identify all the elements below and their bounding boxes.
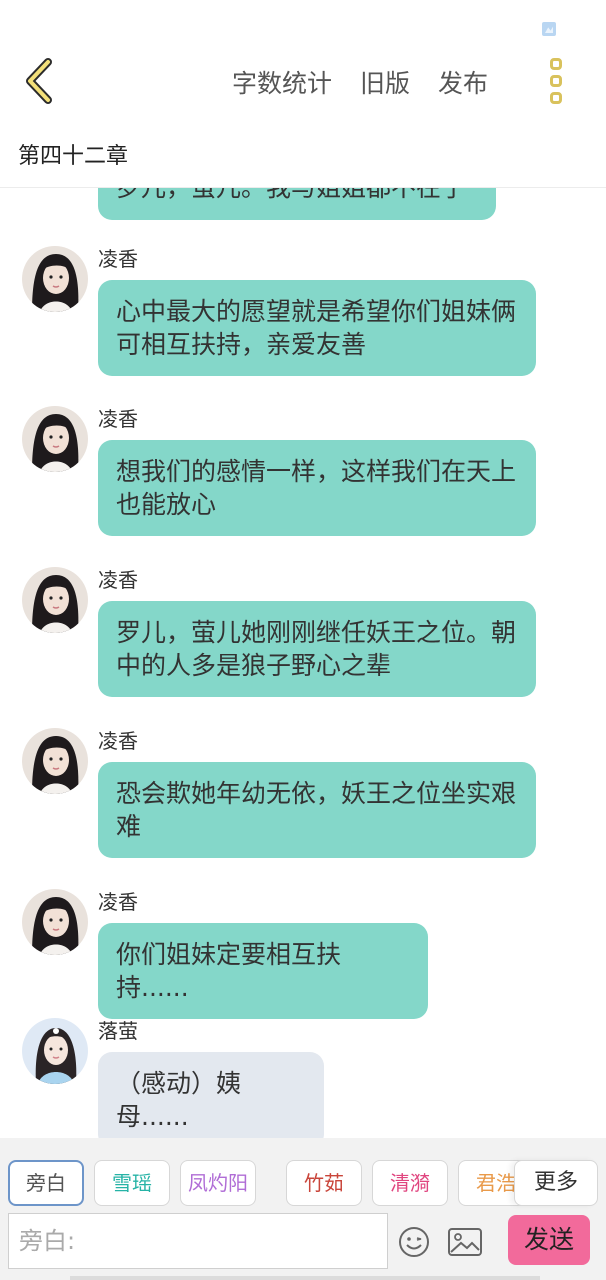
character-label: 凤灼阳: [188, 1171, 248, 1195]
sender-name: 凌香: [98, 407, 138, 431]
status-image-icon: [542, 22, 556, 36]
character-label: 雪瑶: [112, 1171, 152, 1195]
back-button[interactable]: [18, 56, 62, 106]
message-bubble[interactable]: （感动）姨母......: [98, 1052, 324, 1138]
character-tab[interactable]: 凤灼阳: [180, 1160, 256, 1206]
avatar-lingxiang-icon: [22, 246, 88, 312]
more-menu-button[interactable]: [546, 56, 570, 106]
sender-name: 凌香: [98, 568, 138, 592]
message-text: 罗儿，萤儿。我与姐姐都不在了: [116, 188, 466, 202]
publish-button[interactable]: 发布: [438, 64, 488, 100]
chat-list[interactable]: 罗儿，萤儿。我与姐姐都不在了 凌香 心中最大的愿望就是希望你们姐妹俩可相互扶持，…: [0, 188, 606, 1138]
message-bubble[interactable]: 恐会欺她年幼无依，妖王之位坐实艰难: [98, 762, 536, 858]
message-bubble[interactable]: 罗儿，萤儿。我与姐姐都不在了: [98, 188, 496, 220]
composer: 旁白 雪瑶 凤灼阳 竹茹 清漪 君浩 更多 发送: [0, 1138, 606, 1280]
message-text: 恐会欺她年幼无依，妖王之位坐实艰难: [116, 779, 517, 841]
character-label: 君浩: [476, 1171, 516, 1195]
more-dot-icon: [550, 58, 562, 70]
avatar[interactable]: [22, 406, 88, 472]
chapter-title: 第四十二章: [18, 144, 129, 169]
more-dot-icon: [550, 75, 562, 87]
image-icon[interactable]: [448, 1228, 482, 1256]
avatar-lingxiang-icon: [22, 728, 88, 794]
message-text: 想我们的感情一样，这样我们在天上也能放心: [116, 457, 517, 519]
avatar[interactable]: [22, 246, 88, 312]
character-tab-narration[interactable]: 旁白: [8, 1160, 84, 1206]
avatar[interactable]: [22, 728, 88, 794]
character-label: 清漪: [390, 1171, 430, 1195]
more-characters-button[interactable]: 更多: [514, 1160, 598, 1206]
avatar[interactable]: [22, 567, 88, 633]
character-label: 旁白: [26, 1171, 66, 1195]
character-tab[interactable]: 竹茹: [286, 1160, 362, 1206]
message-text: 你们姐妹定要相互扶持......: [116, 940, 342, 1002]
avatar[interactable]: [22, 1018, 88, 1084]
sender-name: 凌香: [98, 247, 138, 271]
message-bubble[interactable]: 你们姐妹定要相互扶持......: [98, 923, 428, 1019]
sender-name: 凌香: [98, 729, 138, 753]
message-bubble[interactable]: 罗儿，萤儿她刚刚继任妖王之位。朝中的人多是狼子野心之辈: [98, 601, 536, 697]
sender-name: 落萤: [98, 1019, 138, 1043]
header-actions: 字数统计 旧版 发布: [232, 60, 488, 104]
old-version-button[interactable]: 旧版: [360, 64, 410, 100]
character-tab[interactable]: 清漪: [372, 1160, 448, 1206]
send-button[interactable]: 发送: [508, 1215, 590, 1265]
message-bubble[interactable]: 心中最大的愿望就是希望你们姐妹俩可相互扶持，亲爱友善: [98, 280, 536, 376]
avatar-lingxiang-icon: [22, 406, 88, 472]
message-bubble[interactable]: 想我们的感情一样，这样我们在天上也能放心: [98, 440, 536, 536]
message-text: 罗儿，萤儿她刚刚继任妖王之位。朝中的人多是狼子野心之辈: [116, 618, 517, 680]
emoji-icon[interactable]: [398, 1226, 430, 1258]
message-text: 心中最大的愿望就是希望你们姐妹俩可相互扶持，亲爱友善: [116, 297, 517, 359]
avatar-lingxiang-icon: [22, 889, 88, 955]
chapter-bar: 第四十二章: [0, 128, 606, 188]
sender-name: 凌香: [98, 890, 138, 914]
character-label: 竹茹: [304, 1171, 344, 1195]
character-tab[interactable]: 雪瑶: [94, 1160, 170, 1206]
avatar[interactable]: [22, 889, 88, 955]
message-text: （感动）姨母......: [116, 1069, 242, 1131]
avatar-luoying-icon: [22, 1018, 88, 1084]
word-count-button[interactable]: 字数统计: [232, 64, 332, 100]
avatar-lingxiang-icon: [22, 567, 88, 633]
message-input[interactable]: [8, 1213, 388, 1269]
home-indicator: [70, 1276, 540, 1280]
chevron-left-icon: [26, 58, 52, 104]
more-dot-icon: [550, 92, 562, 104]
